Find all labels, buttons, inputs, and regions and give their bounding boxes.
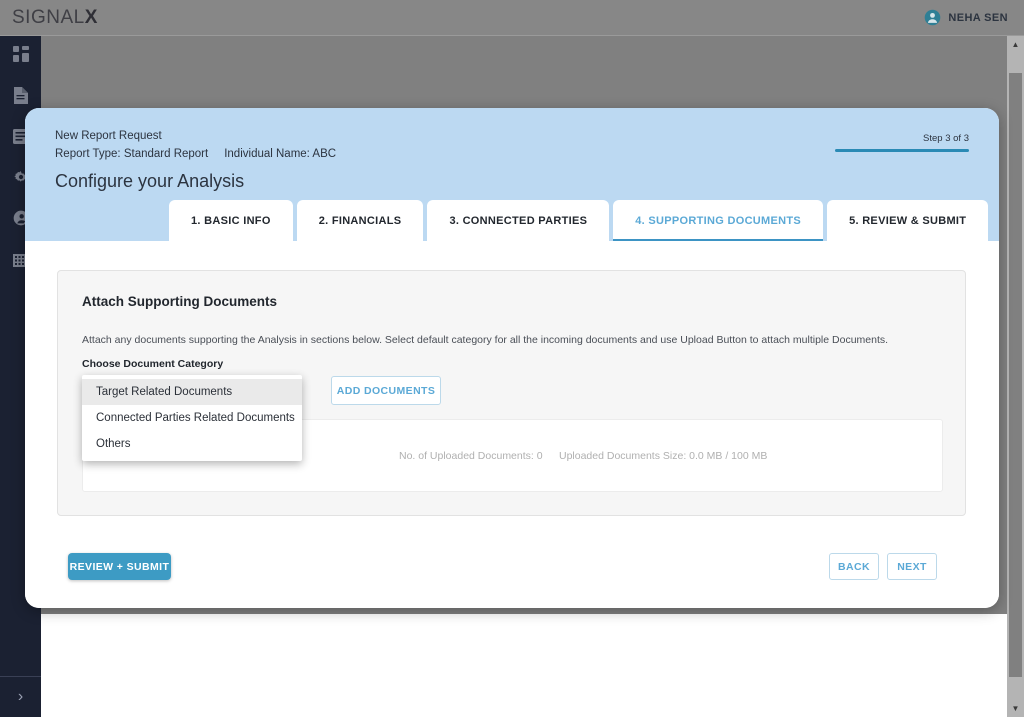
card-description: Attach any documents supporting the Anal… <box>82 334 889 346</box>
dropdown-option-connected-parties-related[interactable]: Connected Parties Related Documents <box>82 405 302 431</box>
next-button[interactable]: NEXT <box>887 553 937 580</box>
wizard-tabs: 1. BASIC INFO 2. FINANCIALS 3. CONNECTED… <box>25 200 999 241</box>
dropdown-option-label: Target Related Documents <box>96 386 233 398</box>
scroll-up-button[interactable]: ▲ <box>1007 36 1024 53</box>
chevron-right-icon: › <box>17 688 24 705</box>
scrollbar-thumb[interactable] <box>1009 73 1022 677</box>
user-name-label: NEHA SEN <box>948 11 1008 24</box>
document-category-dropdown: Target Related Documents Connected Parti… <box>82 375 302 461</box>
step-label: Step 3 of 3 <box>923 133 969 144</box>
dropdown-option-label: Connected Parties Related Documents <box>96 412 295 424</box>
modal-title: Configure your Analysis <box>55 171 245 191</box>
tab-label: 1. BASIC INFO <box>191 214 271 227</box>
sidebar-expand-button[interactable]: › <box>0 676 41 717</box>
tab-review-submit[interactable]: 5. REVIEW & SUBMIT <box>827 200 989 241</box>
tab-financials[interactable]: 2. FINANCIALS <box>296 200 424 241</box>
dropdown-option-target-related[interactable]: Target Related Documents <box>82 379 302 405</box>
logo-accent-text: X <box>84 6 98 28</box>
step-indicator: Step 3 of 3 <box>835 133 969 152</box>
attach-documents-card: Attach Supporting Documents Attach any d… <box>57 270 966 516</box>
account-circle-icon <box>924 9 941 26</box>
scroll-down-button[interactable]: ▼ <box>1007 700 1024 717</box>
tab-label: 3. CONNECTED PARTIES <box>449 214 588 227</box>
review-submit-button[interactable]: REVIEW + SUBMIT <box>68 553 171 580</box>
sidebar-item-dashboard[interactable] <box>0 36 41 77</box>
add-documents-label: ADD DOCUMENTS <box>336 384 436 397</box>
dropdown-option-others[interactable]: Others <box>82 431 302 457</box>
caret-down-icon: ▼ <box>1011 704 1020 713</box>
tab-label: 5. REVIEW & SUBMIT <box>849 214 967 227</box>
document-icon <box>13 86 28 109</box>
dropdown-option-label: Others <box>96 438 131 450</box>
configure-analysis-modal: New Report Request Report Type: Standard… <box>25 108 999 608</box>
tab-supporting-documents[interactable]: 4. SUPPORTING DOCUMENTS <box>613 200 824 241</box>
tab-label: 2. FINANCIALS <box>318 214 402 227</box>
scrollbar-track[interactable] <box>1007 53 1024 700</box>
uploaded-count-text: No. of Uploaded Documents: 0 <box>399 449 543 462</box>
tab-connected-parties[interactable]: 3. CONNECTED PARTIES <box>427 200 610 241</box>
back-label: BACK <box>838 560 870 573</box>
step-progress-bar <box>835 149 969 152</box>
dashboard-grid-icon <box>12 46 29 67</box>
tab-basic-info[interactable]: 1. BASIC INFO <box>169 200 293 241</box>
next-label: NEXT <box>897 560 927 573</box>
uploaded-size-text: Uploaded Documents Size: 0.0 MB / 100 MB <box>559 449 768 462</box>
modal-body: Attach Supporting Documents Attach any d… <box>25 241 999 608</box>
back-button[interactable]: BACK <box>829 553 879 580</box>
user-menu[interactable]: NEHA SEN <box>924 9 1008 26</box>
card-title: Attach Supporting Documents <box>82 294 277 309</box>
review-submit-label: REVIEW + SUBMIT <box>69 560 170 573</box>
tab-label: 4. SUPPORTING DOCUMENTS <box>635 214 802 227</box>
vertical-scrollbar[interactable]: ▲ ▼ <box>1007 36 1024 717</box>
top-bar: SIGNALX NEHA SEN <box>0 0 1024 36</box>
add-documents-button[interactable]: ADD DOCUMENTS <box>331 376 441 405</box>
report-type-label: Report Type: Standard Report <box>55 148 209 160</box>
modal-header: New Report Request Report Type: Standard… <box>25 108 999 241</box>
logo-main-text: SIGNAL <box>12 6 85 28</box>
individual-name-label: Individual Name: ABC <box>224 148 337 160</box>
step-progress-fill <box>835 149 969 152</box>
category-field-label: Choose Document Category <box>82 358 224 370</box>
caret-up-icon: ▲ <box>1011 40 1020 49</box>
page-content-area <box>41 614 1007 717</box>
app-logo[interactable]: SIGNALX <box>12 7 98 29</box>
